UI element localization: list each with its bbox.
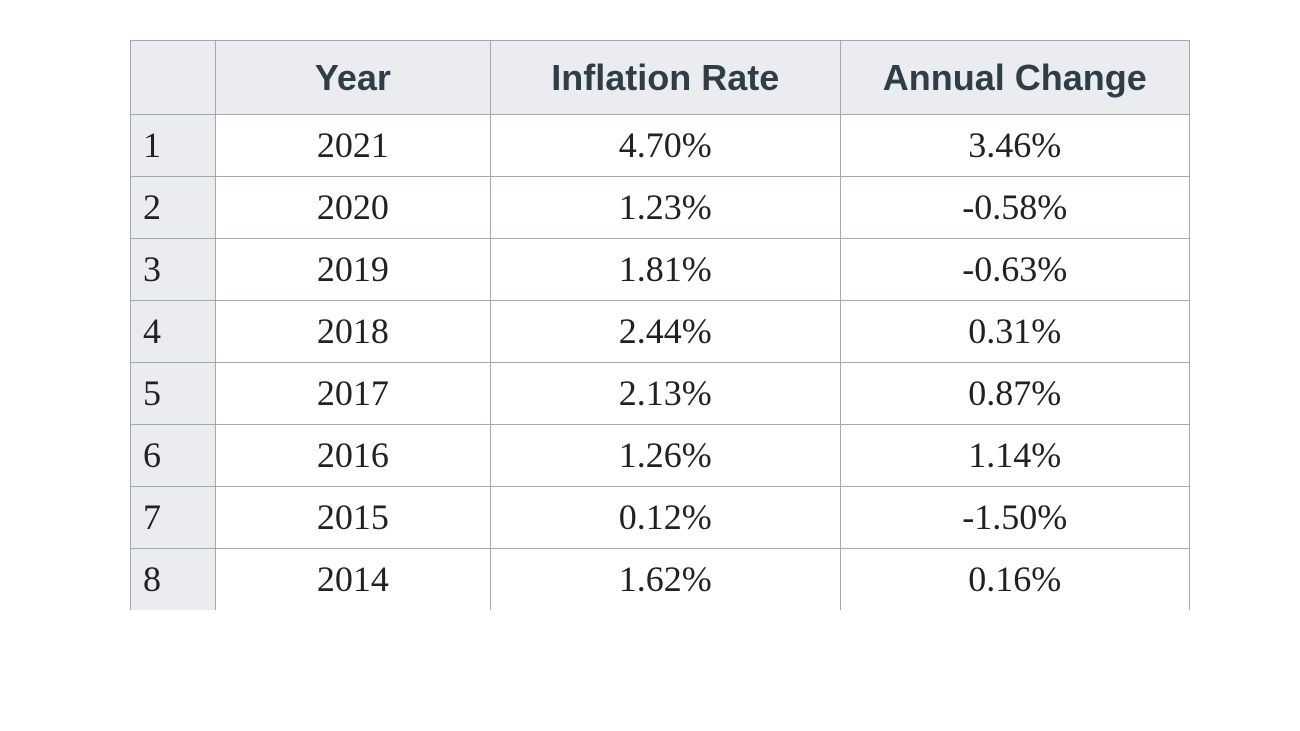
inflation-table-wrap: Year Inflation Rate Annual Change 1 2021… [130,40,1190,610]
cell-rate: 1.23% [491,177,840,239]
cell-year: 2016 [215,425,490,487]
table-row: 4 2018 2.44% 0.31% [131,301,1190,363]
cell-change: 0.31% [840,301,1189,363]
cell-change: 0.87% [840,363,1189,425]
cell-year: 2019 [215,239,490,301]
cell-year: 2015 [215,487,490,549]
cell-year: 2018 [215,301,490,363]
row-index: 1 [131,115,216,177]
cell-rate: 2.44% [491,301,840,363]
cell-change: -0.58% [840,177,1189,239]
table-row: 3 2019 1.81% -0.63% [131,239,1190,301]
cell-change: -0.63% [840,239,1189,301]
cell-change: 1.14% [840,425,1189,487]
row-index: 2 [131,177,216,239]
cell-rate: 1.81% [491,239,840,301]
header-rate: Inflation Rate [491,41,840,115]
row-index: 8 [131,549,216,611]
table-row: 2 2020 1.23% -0.58% [131,177,1190,239]
row-index: 6 [131,425,216,487]
cell-rate: 0.12% [491,487,840,549]
header-change: Annual Change [840,41,1189,115]
cell-change: 3.46% [840,115,1189,177]
row-index: 7 [131,487,216,549]
cell-rate: 4.70% [491,115,840,177]
header-row: Year Inflation Rate Annual Change [131,41,1190,115]
row-index: 3 [131,239,216,301]
table-row: 8 2014 1.62% 0.16% [131,549,1190,611]
header-index [131,41,216,115]
table-row: 5 2017 2.13% 0.87% [131,363,1190,425]
cell-year: 2017 [215,363,490,425]
cell-change: -1.50% [840,487,1189,549]
row-index: 4 [131,301,216,363]
cell-rate: 1.62% [491,549,840,611]
table-row: 6 2016 1.26% 1.14% [131,425,1190,487]
cell-rate: 2.13% [491,363,840,425]
table-row: 1 2021 4.70% 3.46% [131,115,1190,177]
cell-year: 2021 [215,115,490,177]
header-year: Year [215,41,490,115]
cell-change: 0.16% [840,549,1189,611]
cell-year: 2014 [215,549,490,611]
cell-rate: 1.26% [491,425,840,487]
inflation-table: Year Inflation Rate Annual Change 1 2021… [130,40,1190,610]
table-row: 7 2015 0.12% -1.50% [131,487,1190,549]
row-index: 5 [131,363,216,425]
cell-year: 2020 [215,177,490,239]
